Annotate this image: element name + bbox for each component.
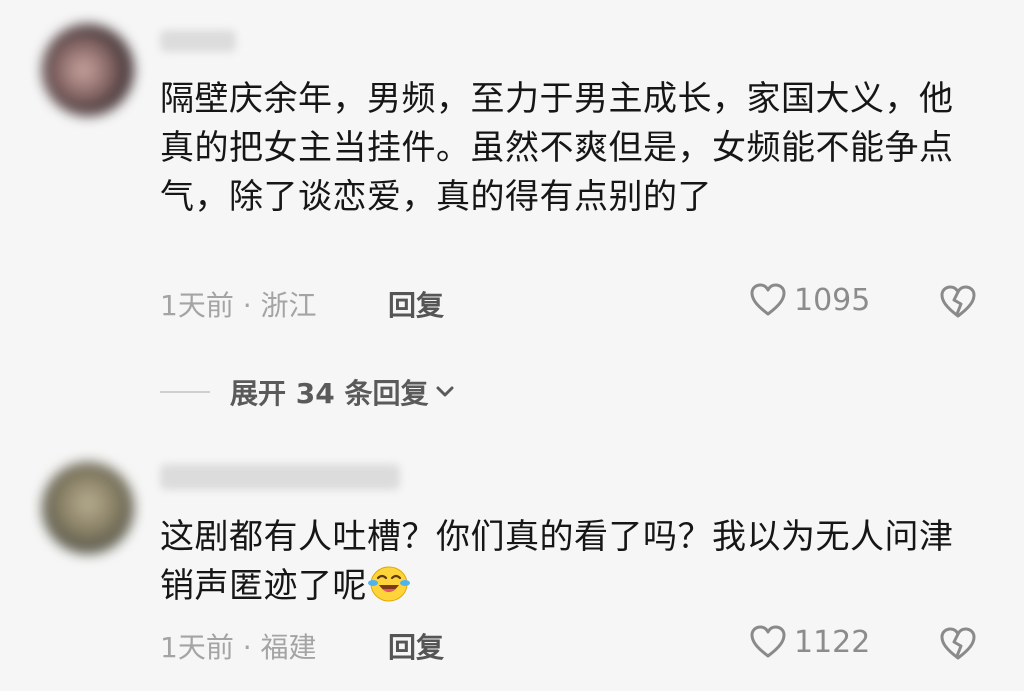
- comment-item: 隔壁庆余年，男频，至力于男主成长，家国大义，他真的把女主当挂件。虽然不爽但是，女…: [0, 0, 1024, 350]
- comment-list: 隔壁庆余年，男频，至力于男主成长，家国大义，他真的把女主当挂件。虽然不爽但是，女…: [0, 0, 1024, 691]
- broken-heart-icon: [940, 285, 976, 318]
- avatar[interactable]: [42, 24, 134, 116]
- chevron-down-icon: [436, 386, 454, 397]
- expand-replies-label: 展开 34 条回复: [230, 377, 429, 410]
- like-count: 1095: [794, 282, 871, 318]
- laughing-crying-emoji: [368, 566, 410, 602]
- heart-outline-icon: [750, 283, 786, 316]
- username-blurred[interactable]: [160, 30, 236, 52]
- dislike-button[interactable]: [938, 624, 978, 664]
- reply-button[interactable]: 回复: [388, 626, 444, 666]
- divider-line: [160, 391, 210, 393]
- like-button[interactable]: 1095: [748, 280, 870, 320]
- heart-outline-icon: [750, 625, 786, 658]
- username-blurred[interactable]: [160, 464, 400, 490]
- reply-button[interactable]: 回复: [388, 284, 444, 324]
- comment-text: 这剧都有人吐槽？你们真的看了吗？我以为无人问津销声匿迹了呢: [160, 513, 960, 611]
- expand-replies-button[interactable]: 展开 34 条回复: [160, 372, 458, 412]
- comment-item: 这剧都有人吐槽？你们真的看了吗？我以为无人问津销声匿迹了呢 1天前 · 福建 回…: [0, 440, 1024, 691]
- avatar[interactable]: [42, 462, 134, 554]
- broken-heart-icon: [940, 627, 976, 660]
- dislike-button[interactable]: [938, 282, 978, 322]
- comment-meta: 1天前 · 福建: [160, 631, 317, 664]
- comment-text-body: 这剧都有人吐槽？你们真的看了吗？我以为无人问津销声匿迹了呢: [160, 517, 954, 606]
- like-button[interactable]: 1122: [748, 622, 870, 662]
- like-count: 1122: [794, 624, 871, 660]
- comment-text: 隔壁庆余年，男频，至力于男主成长，家国大义，他真的把女主当挂件。虽然不爽但是，女…: [160, 79, 954, 217]
- comment-meta: 1天前 · 浙江: [160, 289, 317, 322]
